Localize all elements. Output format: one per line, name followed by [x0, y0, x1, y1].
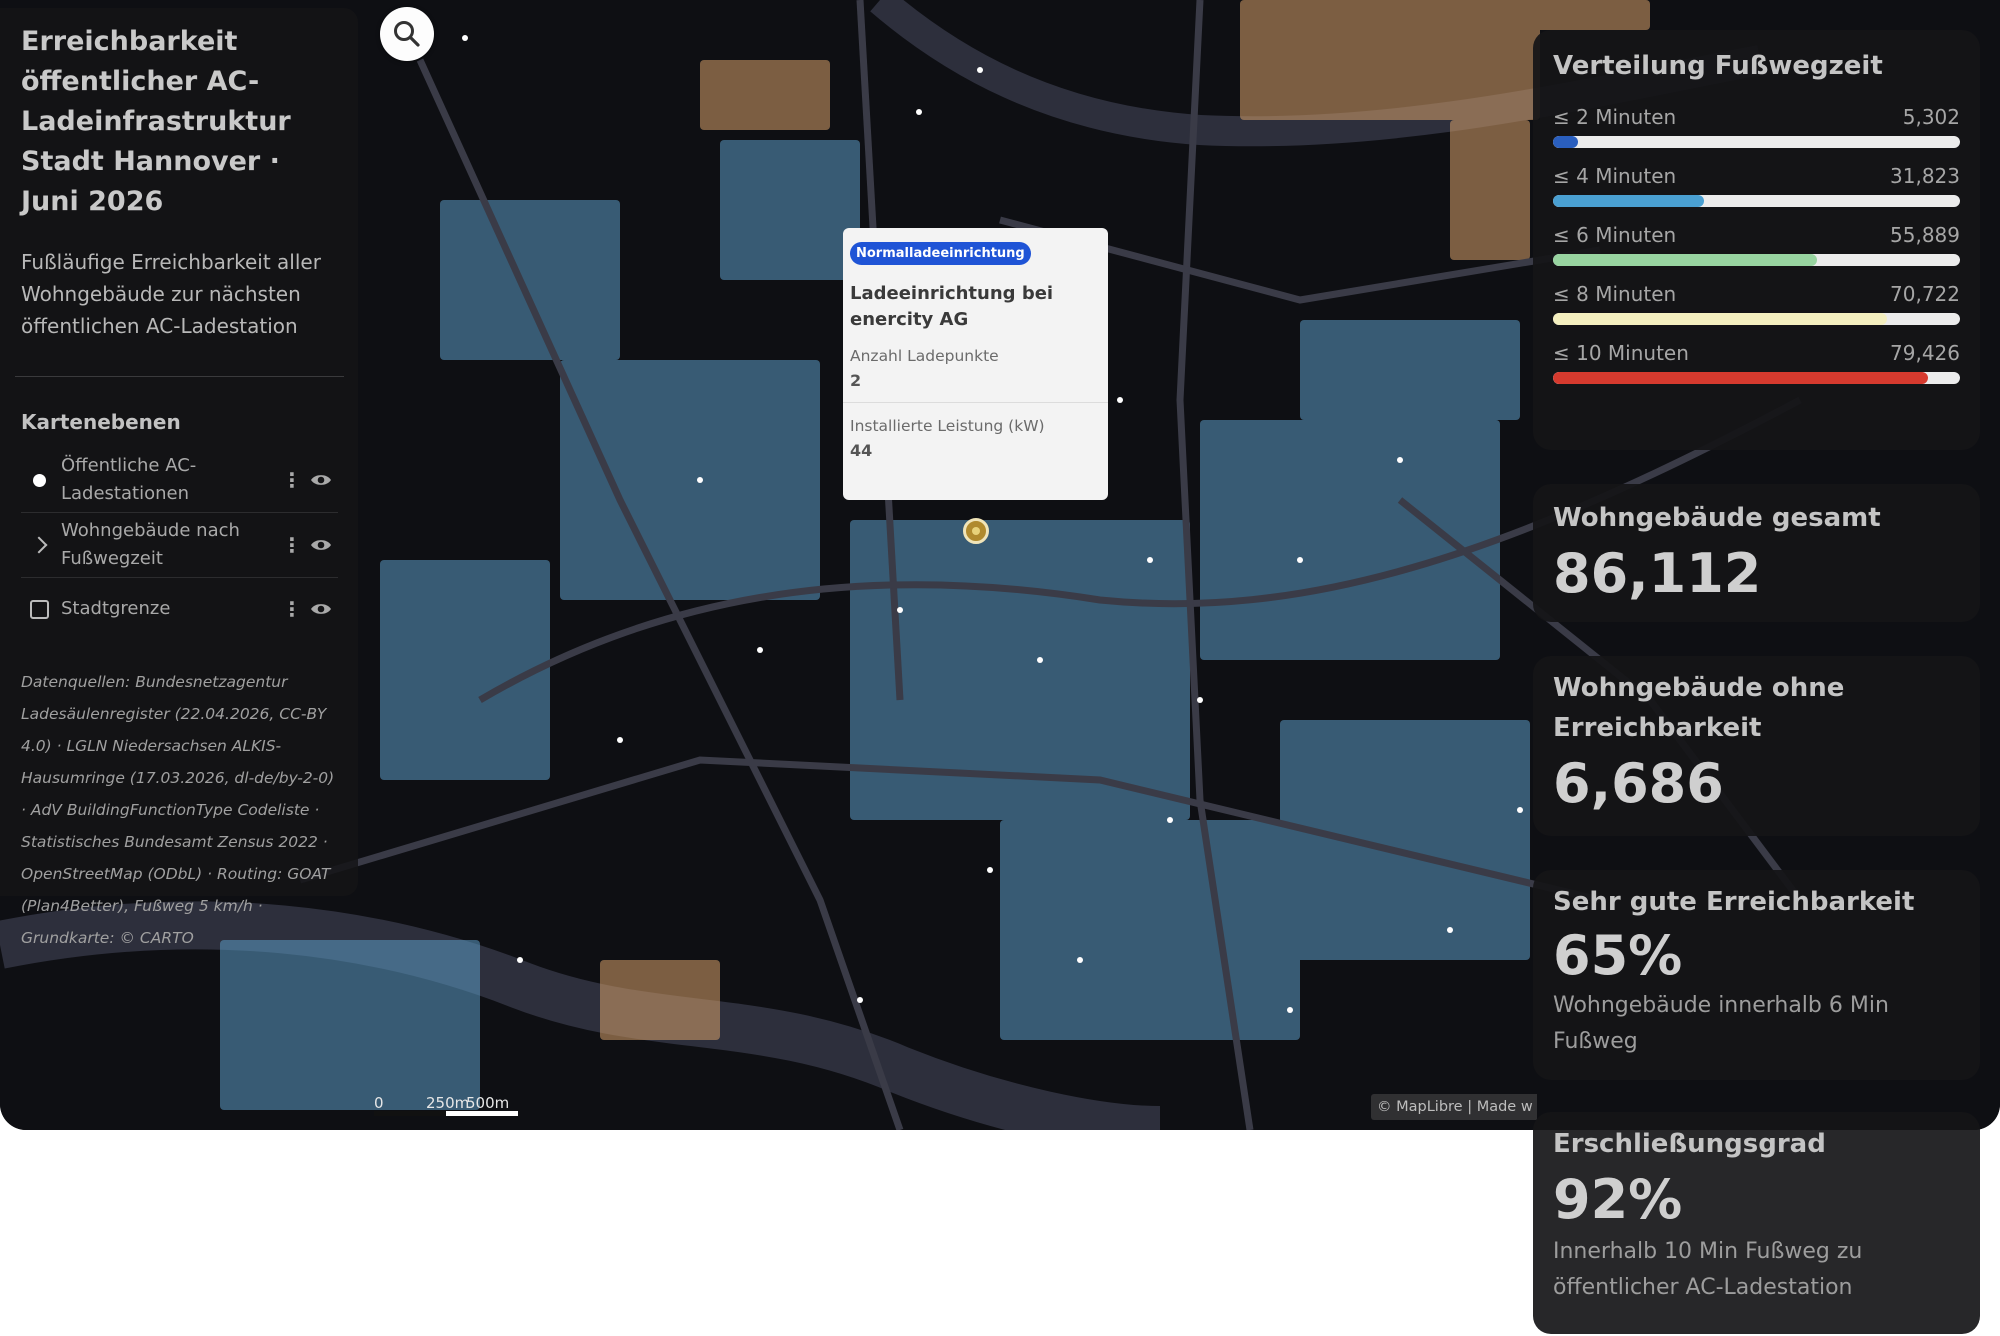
kpi-title: Erschließungsgrad [1553, 1129, 1826, 1159]
kpi-value: 6,686 [1553, 752, 1724, 815]
layer-label: Stadtgrenze [61, 598, 171, 619]
kpi-value: 86,112 [1553, 542, 1762, 605]
eye-icon [311, 475, 331, 485]
distribution-row-header: ≤ 6 Minuten 55,889 [1553, 222, 1960, 248]
distribution-bar-fill [1553, 136, 1579, 148]
popup-field-label: Installierte Leistung (kW) [850, 417, 1045, 435]
distribution-row-header: ≤ 4 Minuten 31,823 [1553, 163, 1960, 189]
kpi-card-coverage: Erschließungsgrad 92% Innerhalb 10 Min F… [1533, 1112, 1980, 1334]
distribution-row-header: ≤ 2 Minuten 5,302 [1553, 104, 1960, 130]
popup-field-label: Anzahl Ladepunkte [850, 347, 999, 365]
scale-bar [374, 1111, 518, 1116]
distribution-bar-track [1553, 195, 1960, 207]
distribution-count: 31,823 [1890, 164, 1960, 188]
distribution-bar-fill [1553, 254, 1818, 266]
distribution-label: ≤ 8 Minuten [1553, 282, 1677, 306]
popup-field-value: 2 [850, 371, 862, 390]
distribution-bar-track [1553, 372, 1960, 384]
distribution-count: 70,722 [1890, 282, 1960, 306]
kpi-title: Wohngebäude ohne Erreichbarkeit [1553, 673, 1845, 743]
distribution-row: ≤ 2 Minuten 5,302 [1553, 104, 1960, 148]
kpi-description: Wohngebäude innerhalb 6 Min Fußweg [1553, 993, 1889, 1054]
visibility-toggle[interactable] [304, 537, 338, 553]
distribution-bar-track [1553, 313, 1960, 325]
kpi-title: Wohngebäude gesamt [1553, 503, 1881, 533]
popup-divider [843, 402, 1108, 403]
distribution-row-header: ≤ 10 Minuten 79,426 [1553, 340, 1960, 366]
layer-item-city-boundary[interactable]: Stadtgrenze ⋮ [21, 578, 338, 640]
distribution-count: 5,302 [1902, 105, 1960, 129]
kpi-card-very-good: Sehr gute Erreichbarkeit 65% Wohngebäude… [1533, 870, 1980, 1080]
panel-divider [15, 376, 344, 377]
info-panel: Erreichbarkeit öffentlicher AC-Ladeinfra… [0, 8, 358, 947]
distribution-bar-fill [1553, 313, 1888, 325]
layer-item-buildings[interactable]: Wohngebäude nach Fußwegzeit ⋮ [21, 513, 338, 578]
layer-list: Öffentliche AC-Ladestationen ⋮ Wohngebäu… [21, 448, 338, 640]
distribution-label: ≤ 6 Minuten [1553, 223, 1677, 247]
kpi-value: 65% [1553, 924, 1683, 987]
kpi-description: Innerhalb 10 Min Fußweg zu öffentlicher … [1553, 1239, 1863, 1300]
distribution-title: Verteilung Fußwegzeit [1553, 51, 1883, 81]
distribution-row-header: ≤ 8 Minuten 70,722 [1553, 281, 1960, 307]
distribution-bar-fill [1553, 195, 1704, 207]
popup-field-value: 44 [850, 441, 873, 460]
layer-toggle[interactable] [17, 473, 61, 487]
scale-label-end: 500m [466, 1094, 510, 1112]
distribution-count: 55,889 [1890, 223, 1960, 247]
more-vertical-icon[interactable]: ⋮ [280, 468, 304, 492]
scale-label-zero: 0 [374, 1094, 384, 1112]
search-icon [394, 21, 420, 47]
scale-label-mid: 250m [426, 1094, 470, 1112]
distribution-row: ≤ 6 Minuten 55,889 [1553, 222, 1960, 266]
kpi-card-unreached: Wohngebäude ohne Erreichbarkeit 6,686 [1533, 656, 1980, 836]
distribution-count: 79,426 [1890, 341, 1960, 365]
kpi-value: 92% [1553, 1168, 1683, 1231]
page-subtitle: Fußläufige Erreichbarkeit aller Wohngebä… [21, 250, 321, 338]
distribution-label: ≤ 4 Minuten [1553, 164, 1677, 188]
kpi-card-total: Wohngebäude gesamt 86,112 [1533, 484, 1980, 622]
page-title: Erreichbarkeit öffentlicher AC-Ladeinfra… [21, 26, 291, 217]
distribution-bar-track [1553, 254, 1960, 266]
station-type-badge: Normalladeeinrichtung [850, 242, 1031, 265]
legend-dot-icon [32, 473, 46, 487]
eye-icon [311, 540, 331, 550]
popup-title: Ladeeinrichtung bei enercity AG [850, 283, 1054, 330]
layer-expand-toggle[interactable] [17, 536, 61, 554]
more-vertical-icon[interactable]: ⋮ [280, 533, 304, 557]
distribution-label: ≤ 2 Minuten [1553, 105, 1677, 129]
map-scale: 0 250m 500m [374, 1094, 519, 1120]
search-button[interactable] [380, 7, 434, 61]
kpi-title: Sehr gute Erreichbarkeit [1553, 887, 1915, 917]
distribution-card: Verteilung Fußwegzeit ≤ 2 Minuten 5,302 ≤ … [1533, 30, 1980, 450]
distribution-bar-fill [1553, 372, 1929, 384]
eye-icon [311, 604, 331, 614]
layer-label: Wohngebäude nach Fußwegzeit [61, 520, 240, 569]
data-sources: Datenquellen: Bundesnetzagentur Ladesäul… [21, 673, 335, 947]
selected-station-marker[interactable] [963, 518, 989, 544]
visibility-toggle[interactable] [304, 601, 338, 617]
distribution-label: ≤ 10 Minuten [1553, 341, 1689, 365]
distribution-row: ≤ 4 Minuten 31,823 [1553, 163, 1960, 207]
distribution-row: ≤ 8 Minuten 70,722 [1553, 281, 1960, 325]
layer-checkbox[interactable] [17, 599, 61, 619]
map-attribution[interactable]: © MapLibre | Made w [1371, 1094, 1537, 1120]
distribution-list: ≤ 2 Minuten 5,302 ≤ 4 Minuten 31,823 ≤ 6 Min… [1553, 104, 1960, 384]
more-vertical-icon[interactable]: ⋮ [280, 597, 304, 621]
chevron-right-icon [30, 536, 48, 554]
station-popup: Normalladeeinrichtung Ladeeinrichtung be… [843, 228, 1108, 500]
distribution-bar-track [1553, 136, 1960, 148]
layers-heading: Kartenebenen [21, 410, 181, 434]
checkbox-icon [29, 599, 49, 619]
layer-item-charging-stations[interactable]: Öffentliche AC-Ladestationen ⋮ [21, 448, 338, 513]
visibility-toggle[interactable] [304, 472, 338, 488]
distribution-row: ≤ 10 Minuten 79,426 [1553, 340, 1960, 384]
layer-label: Öffentliche AC-Ladestationen [61, 455, 197, 504]
